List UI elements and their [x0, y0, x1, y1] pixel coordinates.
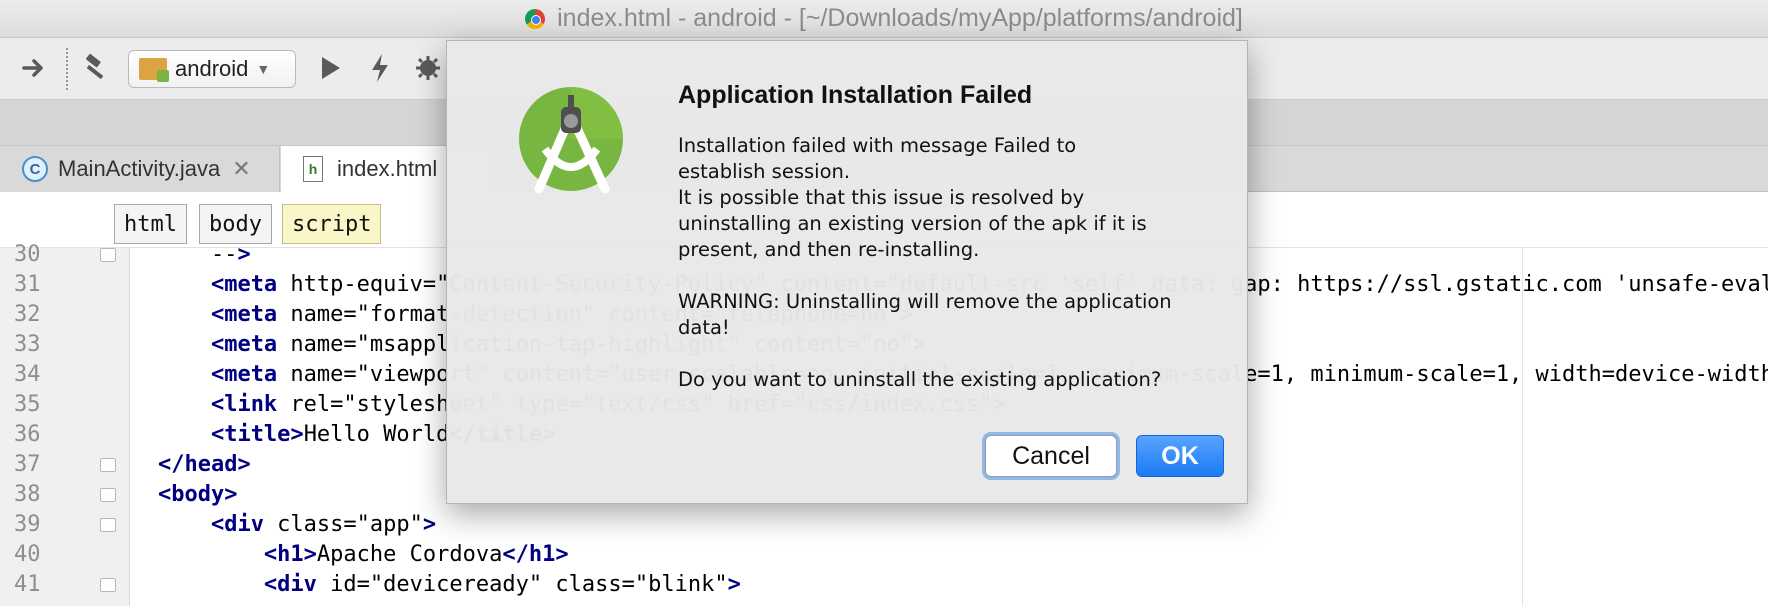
- debug-icon[interactable]: [410, 50, 446, 86]
- code-line[interactable]: 39 <div class="app">: [0, 510, 1768, 540]
- chrome-icon: [525, 8, 546, 29]
- code-text: <body>: [157, 482, 238, 507]
- installation-failed-dialog: Application Installation Failed Installa…: [446, 40, 1248, 504]
- code-text: </head>: [157, 452, 251, 477]
- line-number: 36: [14, 422, 41, 447]
- lightning-icon[interactable]: [362, 50, 398, 86]
- line-number: 32: [14, 302, 41, 327]
- chevron-down-icon: ▼: [256, 61, 271, 77]
- android-folder-icon: [139, 58, 169, 82]
- breadcrumb-html[interactable]: html: [114, 204, 187, 244]
- window-title-bar: index.html - android - [~/Downloads/myAp…: [0, 0, 1768, 38]
- tab-label: MainActivity.java: [58, 156, 221, 181]
- run-configuration-select[interactable]: android ▼: [128, 50, 296, 88]
- window-title: index.html - android - [~/Downloads/myAp…: [557, 4, 1243, 32]
- line-number: 38: [14, 482, 41, 507]
- line-number: 30: [14, 242, 41, 267]
- run-icon[interactable]: [312, 50, 348, 86]
- tab-label: index.html: [337, 156, 438, 181]
- line-number: 33: [14, 332, 41, 357]
- code-text: <h1>Apache Cordova</h1>: [263, 542, 569, 567]
- toolbar-separator: [66, 48, 68, 90]
- ok-button[interactable]: OK: [1136, 435, 1224, 477]
- android-studio-icon: [517, 85, 625, 194]
- cancel-button[interactable]: Cancel: [985, 435, 1117, 477]
- code-line[interactable]: 41 <div id="deviceready" class="blink">: [0, 570, 1768, 600]
- html-file-icon: h: [303, 156, 323, 182]
- java-class-icon: C: [22, 156, 48, 182]
- line-number: 35: [14, 392, 41, 417]
- back-arrow-icon[interactable]: [16, 50, 52, 86]
- line-number: 37: [14, 452, 41, 477]
- line-number: 40: [14, 542, 41, 567]
- run-configuration-label: android: [175, 56, 249, 81]
- code-text: <div id="deviceready" class="blink">: [263, 572, 741, 597]
- hammer-icon[interactable]: [78, 50, 114, 86]
- dialog-title: Application Installation Failed: [678, 81, 1033, 109]
- code-text: -->: [52, 242, 251, 267]
- line-number: 31: [14, 272, 41, 297]
- line-number: 41: [14, 572, 41, 597]
- close-icon[interactable]: ✕: [232, 156, 250, 182]
- dialog-message: Installation failed with message Failed …: [678, 134, 1172, 391]
- tab-mainactivity-java[interactable]: C MainActivity.java ✕: [0, 146, 280, 192]
- line-number: 34: [14, 362, 41, 387]
- line-number: 39: [14, 512, 41, 537]
- code-text: <div class="app">: [210, 512, 437, 537]
- breadcrumb-body[interactable]: body: [199, 204, 272, 244]
- code-line[interactable]: 40 <h1>Apache Cordova</h1>: [0, 540, 1768, 570]
- breadcrumb-script[interactable]: script: [282, 204, 382, 244]
